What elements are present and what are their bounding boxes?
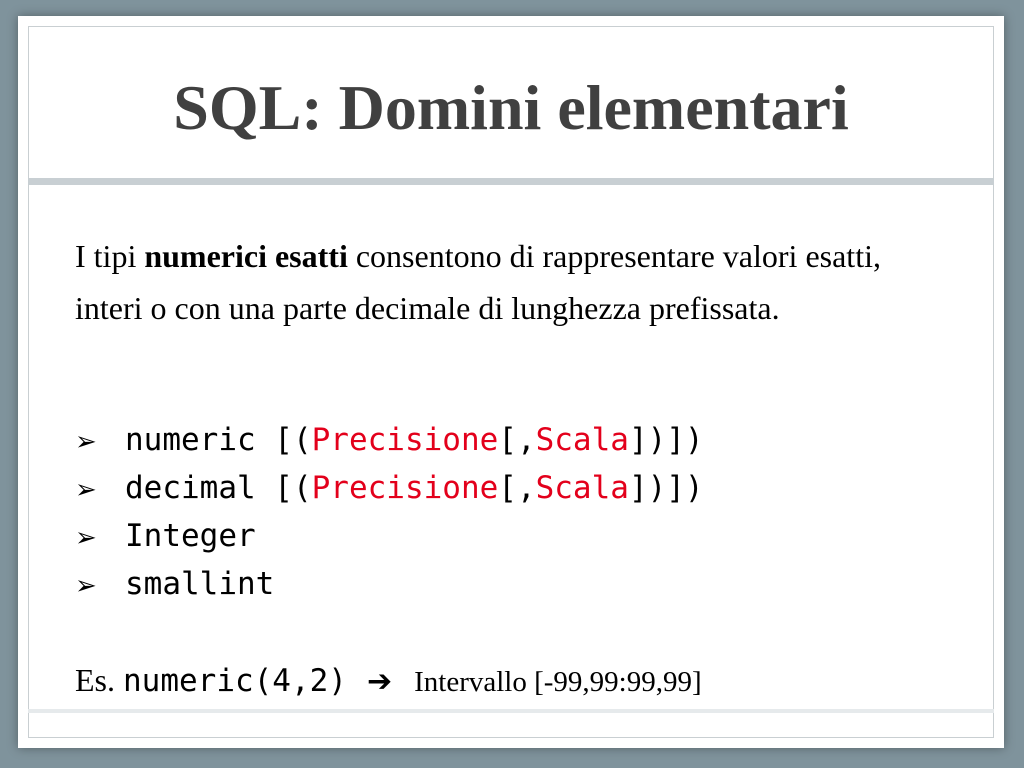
list-item: ➢ decimal [(Precisione[,Scala])]) xyxy=(75,464,704,512)
list-item: ➢ Integer xyxy=(75,512,704,560)
example-range: Intervallo [-99,99:99,99] xyxy=(414,666,702,698)
example-label: Es. xyxy=(75,662,123,698)
slide: SQL: Domini elementari I tipi numerici e… xyxy=(18,16,1004,748)
title-divider xyxy=(28,178,994,185)
param-scale: Scala xyxy=(535,470,629,506)
list-item: ➢ smallint xyxy=(75,560,704,608)
footer-divider xyxy=(28,709,994,713)
right-arrow-icon: ➔ xyxy=(366,664,393,699)
param-precision: Precisione xyxy=(311,470,499,506)
type-closing: ])]) xyxy=(628,422,704,458)
intro-prefix: I tipi xyxy=(75,238,145,274)
type-keyword: Integer xyxy=(125,518,256,554)
intro-bold-term: numerici esatti xyxy=(144,238,348,274)
arrowhead-bullet-icon: ➢ xyxy=(75,571,97,601)
type-closing: ])]) xyxy=(628,470,704,506)
intro-paragraph: I tipi numerici esatti consentono di rap… xyxy=(75,230,945,334)
type-keyword: smallint xyxy=(125,566,275,602)
type-signature: decimal [(Precisione[,Scala])]) xyxy=(125,470,704,506)
example-code: numeric(4,2) xyxy=(123,663,347,699)
arrowhead-bullet-icon: ➢ xyxy=(75,523,97,553)
list-item: ➢ numeric [(Precisione[,Scala])]) xyxy=(75,416,704,464)
type-separator: [, xyxy=(498,470,536,506)
param-scale: Scala xyxy=(535,422,629,458)
type-signature: numeric [(Precisione[,Scala])]) xyxy=(125,422,704,458)
type-keyword: decimal [( xyxy=(125,470,312,506)
arrowhead-bullet-icon: ➢ xyxy=(75,427,97,457)
type-list: ➢ numeric [(Precisione[,Scala])]) ➢ decima… xyxy=(75,416,704,608)
example-line: Es. numeric(4,2) ➔ Intervallo [-99,99:99,9… xyxy=(75,652,702,708)
arrowhead-bullet-icon: ➢ xyxy=(75,475,97,505)
param-precision: Precisione xyxy=(311,422,499,458)
type-keyword: numeric [( xyxy=(125,422,312,458)
slide-title: SQL: Domini elementari xyxy=(173,72,849,143)
type-separator: [, xyxy=(498,422,536,458)
